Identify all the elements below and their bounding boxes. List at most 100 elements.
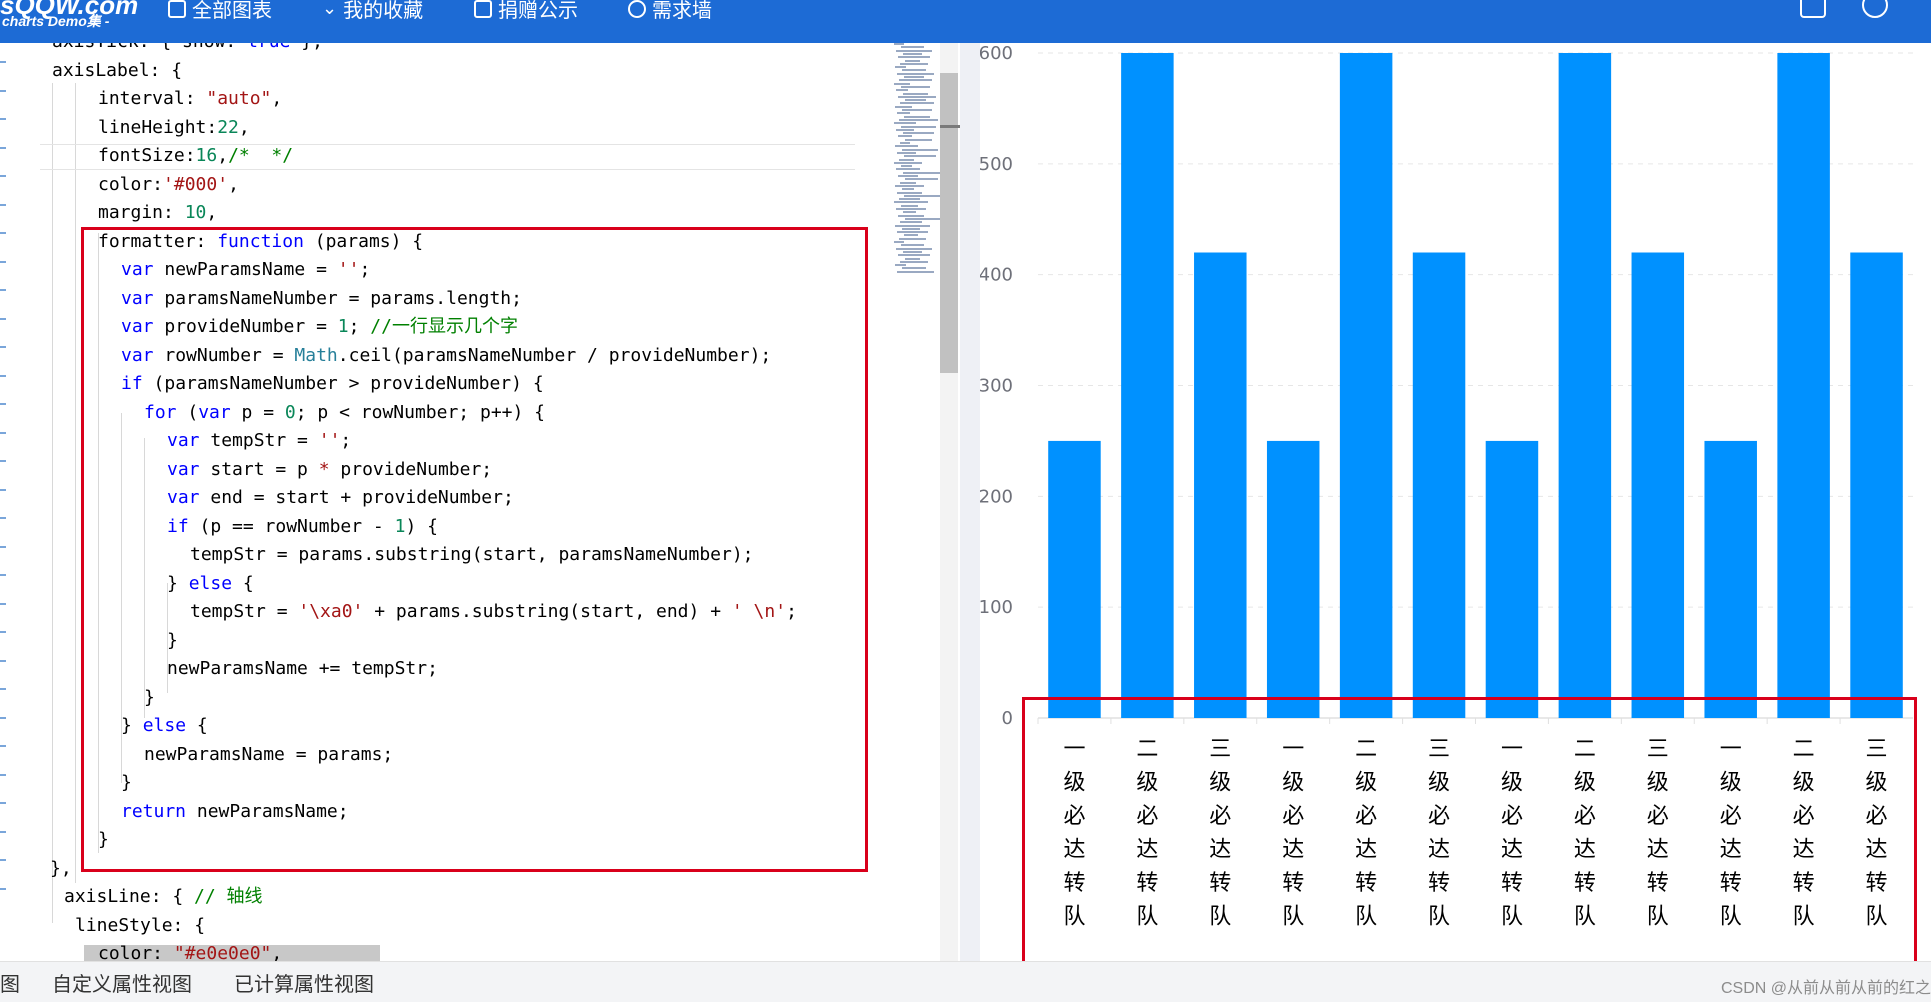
minimap-line [898, 254, 930, 257]
editor-scrollbar-thumb[interactable] [940, 73, 958, 373]
gutter-mark [0, 175, 6, 177]
code-token: , [228, 173, 239, 195]
y-tick-label: 0 [1002, 708, 1013, 729]
gutter-mark [0, 403, 6, 405]
gutter-mark [0, 260, 6, 263]
minimap-line [902, 227, 920, 230]
minimap-line [901, 125, 936, 128]
minimap-line [896, 49, 932, 52]
gutter-mark [0, 517, 6, 519]
minimap-line [904, 76, 924, 78]
tab-computed-properties[interactable]: 已计算属性视图 [234, 968, 374, 997]
code-token: lineStyle: { [75, 914, 206, 936]
code-token: fontSize: [98, 145, 196, 166]
grid-icon [168, 0, 186, 18]
minimap-line [900, 221, 922, 224]
code-token: "auto" [206, 88, 272, 109]
panel-divider[interactable] [960, 43, 980, 961]
gift-icon [474, 0, 492, 18]
minimap-line [903, 171, 940, 174]
code-token: , [271, 88, 283, 109]
top-navigation-bar: sQQW.com charts Demo集 - 全部图表 ⌄ 我的收藏 捐赠公示… [0, 0, 1931, 43]
code-token: '#000' [163, 173, 229, 195]
code-line[interactable]: interval: "auto", [98, 85, 282, 113]
minimap-line [902, 109, 932, 111]
minimap-line [901, 165, 912, 168]
code-line[interactable]: axisTick: { show: true }, [52, 43, 323, 56]
minimap-line [899, 118, 938, 121]
minimap-line [903, 52, 922, 55]
screenshot-icon[interactable] [1800, 0, 1826, 18]
code-line[interactable]: lineStyle: { [75, 912, 205, 940]
code-token: }, [50, 857, 72, 879]
code-line[interactable]: color: "#e0e0e0", [98, 940, 282, 961]
code-line[interactable]: color:'#000', [98, 171, 239, 199]
minimap-line [901, 85, 930, 88]
code-line[interactable]: axisLine: { // 轴线 [64, 883, 263, 911]
tab-custom-properties[interactable]: 自定义属性视图 [52, 968, 192, 997]
minimap-line [901, 204, 918, 207]
gutter-mark [0, 118, 6, 120]
minimap-line [902, 267, 926, 270]
minimap-line [895, 264, 906, 267]
minimap-line [899, 158, 914, 161]
gutter-mark [0, 887, 6, 890]
minimap-line [894, 122, 916, 125]
code-token: }, [290, 43, 323, 52]
bar [1194, 252, 1247, 718]
y-tick-label: 100 [980, 597, 1013, 618]
tab-view[interactable]: 图 [0, 968, 20, 997]
code-token: 22 [217, 116, 239, 138]
annotation-box-axis-labels [1022, 697, 1917, 974]
minimap-line [894, 161, 922, 164]
minimap-line [899, 237, 926, 240]
code-line[interactable]: }, [50, 855, 72, 883]
code-token: , [217, 145, 229, 166]
indent-guide [52, 83, 53, 923]
minimap-line [904, 155, 936, 158]
minimap-line [898, 175, 918, 177]
minimap-line [894, 43, 904, 45]
nav-all-charts[interactable]: 全部图表 [168, 0, 272, 23]
code-token: , [271, 943, 283, 961]
editor-gutter [0, 43, 14, 961]
code-line[interactable]: axisLabel: { [52, 57, 182, 85]
y-tick-label: 200 [980, 486, 1013, 507]
help-icon[interactable] [1862, 0, 1888, 18]
editor-minimap[interactable] [894, 43, 944, 283]
code-token: axisTick: { show: [52, 43, 247, 52]
bar [1048, 440, 1101, 718]
minimap-line [896, 168, 920, 171]
minimap-line [897, 72, 934, 75]
minimap-line [904, 115, 930, 118]
minimap-line [905, 59, 920, 62]
gutter-mark [0, 203, 6, 206]
code-line[interactable]: fontSize:16,/* */ [98, 142, 293, 170]
gutter-mark [0, 631, 6, 633]
nav-label: 全部图表 [192, 0, 272, 22]
code-token: , [206, 202, 218, 223]
code-token: // 轴线 [194, 886, 263, 907]
minimap-line [900, 142, 910, 144]
code-line[interactable]: lineHeight:22, [98, 114, 250, 142]
minimap-line [899, 79, 932, 82]
bar [1850, 252, 1903, 718]
minimap-line [897, 270, 934, 273]
code-token: interval: [98, 88, 207, 109]
code-line[interactable]: margin: 10, [98, 199, 217, 227]
code-token: axisLine: { [64, 886, 195, 907]
nav-donations[interactable]: 捐赠公示 [474, 0, 578, 23]
y-tick-label: 600 [980, 43, 1013, 64]
minimap-line [895, 224, 930, 227]
nav-my-favorites[interactable]: ⌄ 我的收藏 [322, 0, 423, 23]
chevron-down-icon: ⌄ [322, 0, 338, 18]
code-token: 16 [195, 145, 218, 166]
gutter-mark [0, 232, 6, 234]
minimap-line [899, 198, 920, 201]
minimap-line [903, 132, 934, 135]
bar [1266, 440, 1320, 718]
minimap-line [903, 250, 922, 253]
nav-wish-wall[interactable]: 需求墙 [628, 0, 712, 23]
gutter-mark [0, 602, 6, 605]
minimap-line [895, 105, 912, 108]
